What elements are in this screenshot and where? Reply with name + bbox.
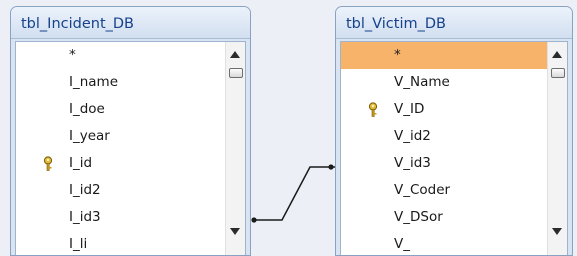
field-row[interactable]: I_id2 (16, 177, 226, 204)
arrow-up-icon[interactable] (548, 45, 567, 63)
relationship-endpoint (251, 217, 257, 223)
field-label: * (394, 47, 401, 63)
field-row[interactable]: V_ (341, 231, 548, 255)
scrollbar-thumb[interactable] (551, 68, 565, 78)
table-title-incident[interactable]: tbl_Incident_DB (11, 7, 250, 39)
field-label: V_DSor (394, 209, 443, 225)
field-list-incident[interactable]: * I_name I_doe I_year I_id I_id2 I_id3 I… (15, 41, 246, 255)
field-row-selected[interactable]: * (341, 42, 548, 69)
field-label: * (69, 47, 76, 63)
field-label: I_id3 (69, 209, 101, 225)
vertical-scrollbar[interactable] (225, 42, 245, 255)
arrow-down-icon[interactable] (226, 223, 245, 241)
field-label: I_doe (69, 101, 105, 117)
field-label: I_name (69, 74, 119, 90)
field-row[interactable]: I_li (16, 231, 226, 255)
field-label: V_id3 (394, 155, 431, 171)
field-label: V_id2 (394, 128, 431, 144)
field-row[interactable]: V_id3 (341, 150, 548, 177)
vertical-scrollbar[interactable] (547, 42, 567, 255)
primary-key-icon (368, 102, 378, 117)
scrollbar-thumb[interactable] (229, 68, 243, 78)
field-row[interactable]: * (16, 42, 226, 69)
table-window-incident[interactable]: tbl_Incident_DB * I_name I_doe I_year I_… (10, 6, 251, 256)
table-window-victim[interactable]: tbl_Victim_DB * V_Name V_ID V_id2 V_id3 … (335, 6, 573, 256)
table-title-victim[interactable]: tbl_Victim_DB (336, 7, 572, 39)
primary-key-icon (43, 156, 53, 171)
field-row[interactable]: I_year (16, 123, 226, 150)
field-row[interactable]: I_name (16, 69, 226, 96)
field-row-primary-key[interactable]: V_ID (341, 96, 548, 123)
field-row[interactable]: I_id3 (16, 204, 226, 231)
field-label: I_id (69, 155, 93, 171)
field-row-primary-key[interactable]: I_id (16, 150, 226, 177)
relationship-endpoint (328, 164, 334, 170)
field-label: I_id2 (69, 182, 101, 198)
field-label: I_year (69, 128, 110, 144)
field-row[interactable]: V_id2 (341, 123, 548, 150)
field-label: V_Name (394, 74, 450, 90)
field-label: V_Coder (394, 182, 451, 198)
field-list-victim[interactable]: * V_Name V_ID V_id2 V_id3 V_Coder V_DSor… (340, 41, 568, 255)
field-row[interactable]: V_DSor (341, 204, 548, 231)
field-label: V_ID (394, 101, 425, 117)
arrow-up-icon[interactable] (226, 45, 245, 63)
arrow-down-icon[interactable] (548, 223, 567, 241)
field-row[interactable]: V_Name (341, 69, 548, 96)
field-row[interactable]: V_Coder (341, 177, 548, 204)
field-row[interactable]: I_doe (16, 96, 226, 123)
